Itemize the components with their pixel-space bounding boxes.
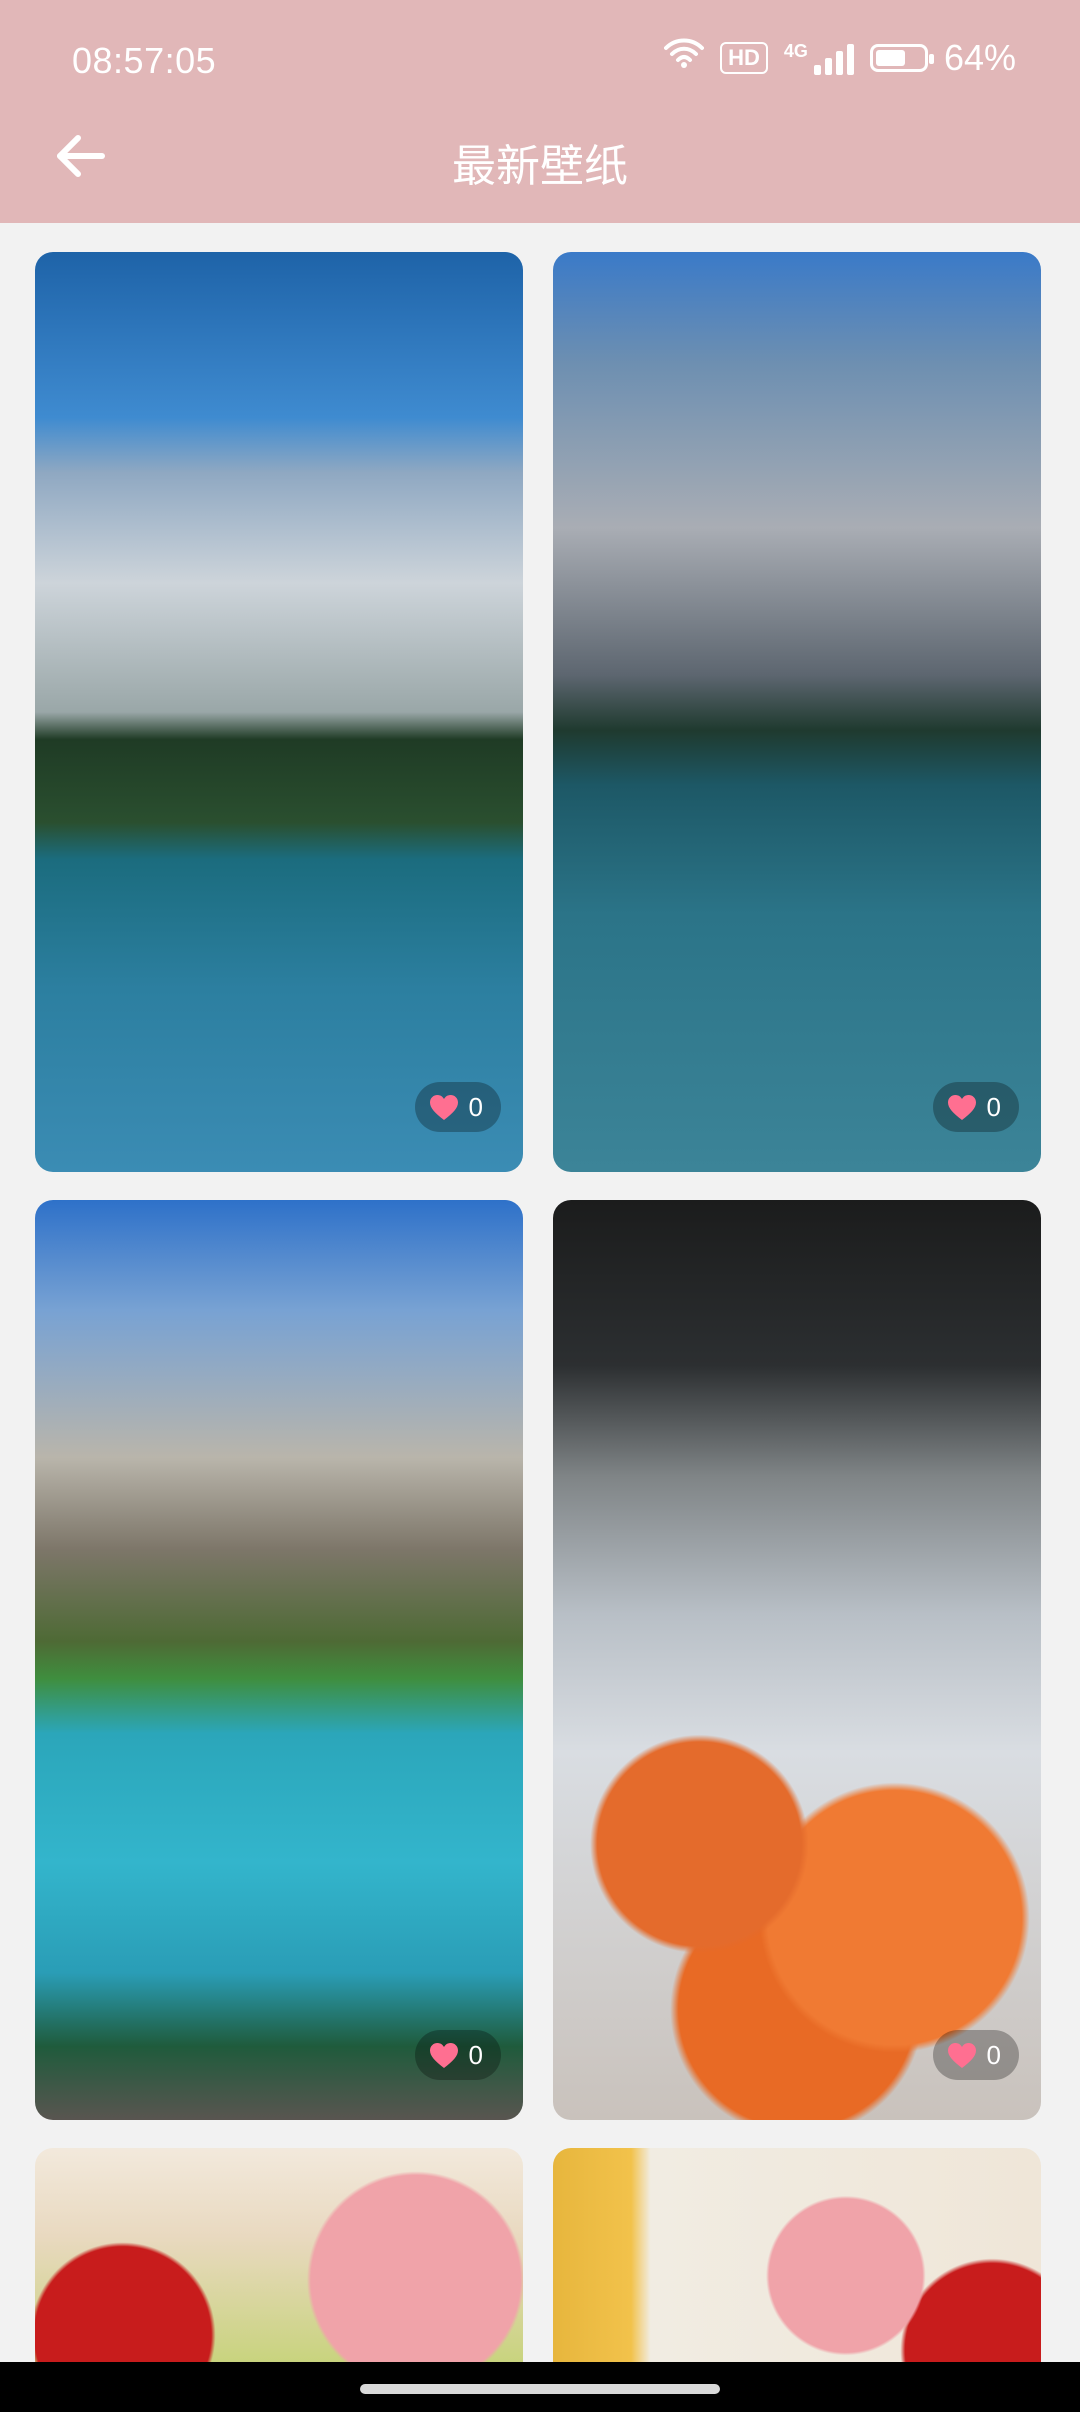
like-button[interactable]: 0: [932, 1082, 1019, 1132]
battery-icon: [869, 43, 934, 72]
wallpaper-grid: 0 0 0 0: [35, 252, 1045, 2368]
like-count: 0: [986, 2039, 1001, 2070]
heart-icon: [429, 1094, 459, 1121]
wallpaper-card[interactable]: 0: [35, 252, 523, 1172]
status-time: 08:57:05: [72, 40, 217, 81]
heart-icon: [947, 1094, 977, 1121]
wifi-icon: [664, 36, 705, 79]
heart-icon: [947, 2042, 977, 2069]
top-bar: 08:57:05 HD 4G 64% 最新壁纸: [0, 0, 1080, 223]
wallpaper-card[interactable]: [35, 2148, 523, 2368]
like-button[interactable]: 0: [414, 2030, 501, 2080]
like-count: 0: [468, 1091, 483, 1122]
heart-icon: [429, 2042, 459, 2069]
network-type-label: 4G: [783, 40, 808, 61]
battery-percent: 64%: [943, 36, 1016, 78]
hd-icon: HD: [720, 41, 768, 74]
like-count: 0: [468, 2039, 483, 2070]
navigation-bar: [0, 2362, 1080, 2412]
like-button[interactable]: 0: [932, 2030, 1019, 2080]
like-count: 0: [986, 1091, 1001, 1122]
home-indicator[interactable]: [360, 2384, 720, 2394]
wallpaper-card[interactable]: [553, 2148, 1041, 2368]
signal-icon: 4G: [784, 41, 854, 75]
status-icons: HD 4G 64%: [664, 36, 1016, 79]
wallpaper-card[interactable]: 0: [553, 1200, 1041, 2120]
wallpaper-card[interactable]: 0: [553, 252, 1041, 1172]
page-title: 最新壁纸: [452, 142, 628, 191]
like-button[interactable]: 0: [414, 1082, 501, 1132]
wallpaper-card[interactable]: 0: [35, 1200, 523, 2120]
